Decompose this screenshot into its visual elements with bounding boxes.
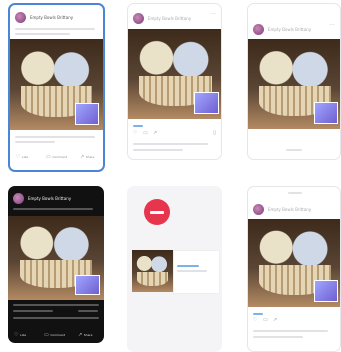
post-photo [8, 216, 104, 300]
preview-pane [173, 250, 220, 294]
like-icon[interactable]: ♡ Like [16, 155, 28, 160]
caption-line [15, 28, 95, 30]
comment-icon[interactable]: ▭ Comment [46, 155, 67, 160]
share-icon[interactable]: ↗ [273, 318, 277, 323]
share-icon[interactable]: ↗ Share [78, 333, 92, 338]
divider [15, 136, 95, 138]
meta-line [78, 310, 98, 312]
post-header: Empty Bowls Brittany [253, 24, 311, 35]
pagination-indicator [286, 149, 302, 151]
comment-icon[interactable]: ▭ Comment [44, 333, 65, 338]
avatar [133, 13, 144, 24]
more-dots-icon[interactable]: ··· [329, 23, 335, 29]
post-header: Empty Bowls Brittany [15, 12, 73, 23]
post-header: Empty Bowls Brittany [13, 193, 71, 204]
profile-name: Empty Bowls Brittany [268, 27, 312, 32]
profile-name: Empty Bowls Brittany [148, 16, 192, 21]
bookmark-icon[interactable]: ▯ [213, 131, 216, 136]
profile-name: Empty Bowls Brittany [30, 15, 74, 20]
post-photo [10, 39, 103, 130]
post-photo [248, 219, 340, 307]
meta-line [177, 270, 207, 272]
avatar [15, 12, 26, 23]
comment-label: Comment [52, 155, 68, 159]
share-icon[interactable]: ↗ [153, 131, 157, 136]
meta-line [253, 330, 328, 332]
share-label: Share [85, 155, 95, 159]
divider [13, 304, 99, 306]
caption-line [15, 33, 70, 35]
meta-line [133, 149, 183, 151]
post-photo [128, 29, 221, 119]
accent-line [253, 313, 263, 315]
comment-icon[interactable]: ▭ [263, 318, 268, 323]
layout-option-standard[interactable]: Empty Bowls Brittany ♡ Like ▭ Comment ↗ … [8, 3, 105, 172]
top-indicator [288, 192, 302, 194]
post-header: Empty Bowls Brittany [253, 204, 311, 215]
layout-option-compact[interactable]: Empty Bowls Brittany ··· ♡ ▭ ↗ ▯ [127, 3, 222, 160]
accent-line [133, 125, 143, 127]
avatar [253, 24, 264, 35]
layout-option-minimal[interactable]: Empty Bowls Brittany ··· [247, 3, 341, 160]
layout-option-dark[interactable]: Empty Bowls Brittany ♡ Like ▭ Comment ↗ … [8, 186, 104, 343]
share-icon[interactable]: ↗ Share [80, 155, 94, 160]
preview-photo [132, 250, 173, 292]
accent-line [177, 265, 199, 267]
like-icon[interactable]: ♡ Like [14, 333, 26, 338]
meta-line [133, 143, 208, 145]
layout-option-unavailable[interactable] [127, 186, 222, 352]
avatar [13, 193, 24, 204]
blocked-icon [144, 199, 170, 225]
meta-line [13, 310, 53, 312]
avatar [253, 204, 264, 215]
meta-line [15, 141, 55, 143]
like-label: Like [20, 333, 27, 337]
divider [13, 317, 99, 319]
profile-name: Empty Bowls Brittany [28, 196, 72, 201]
like-icon[interactable]: ♡ [253, 318, 257, 323]
caption-line [13, 208, 93, 210]
more-dots-icon[interactable]: ··· [210, 12, 216, 18]
layout-option-compact-alt[interactable]: Empty Bowls Brittany ♡ ▭ ↗ [247, 186, 341, 352]
like-label: Like [22, 155, 29, 159]
comment-label: Comment [50, 333, 66, 337]
profile-name: Empty Bowls Brittany [268, 207, 312, 212]
post-photo [248, 39, 340, 129]
post-header: Empty Bowls Brittany [133, 13, 191, 24]
meta-line [253, 336, 303, 338]
comment-icon[interactable]: ▭ [143, 131, 148, 136]
share-label: Share [83, 333, 93, 337]
like-icon[interactable]: ♡ [133, 131, 137, 136]
